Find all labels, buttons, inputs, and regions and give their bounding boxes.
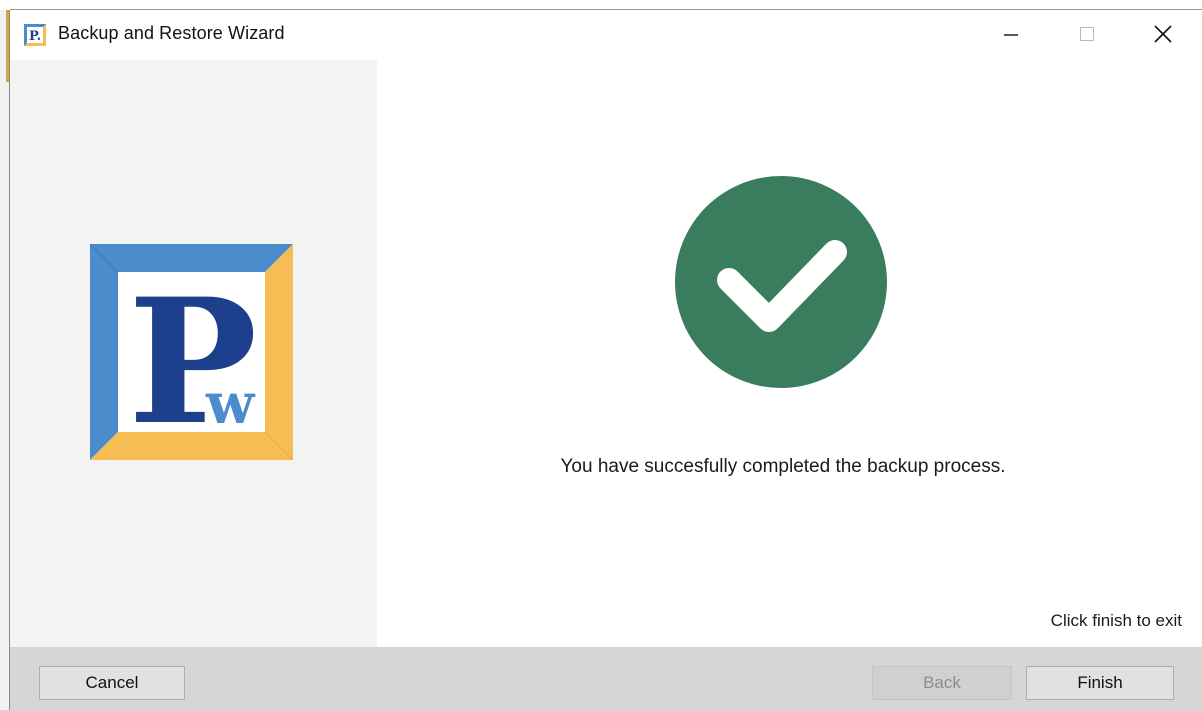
pw-logo: P w (90, 244, 293, 460)
wizard-content: You have succesfully completed the backu… (377, 60, 1198, 640)
wizard-side-panel: P w (10, 60, 377, 647)
wizard-window: P. Backup and Restore Wizard P w You hav… (0, 0, 1202, 710)
window-title: Backup and Restore Wizard (58, 23, 285, 43)
cancel-button[interactable]: Cancel (39, 666, 185, 700)
close-icon (1154, 25, 1172, 43)
maximize-icon (1080, 27, 1094, 41)
exit-hint-text: Click finish to exit (1050, 611, 1182, 630)
minimize-icon (1004, 34, 1018, 36)
logo-sub-letter: w (205, 371, 256, 437)
title-bar: P. Backup and Restore Wizard (10, 10, 1202, 60)
maximize-button[interactable] (1051, 10, 1123, 58)
close-button[interactable] (1127, 10, 1199, 58)
minimize-button[interactable] (975, 10, 1047, 58)
app-icon-letter: P. (29, 29, 41, 43)
back-button[interactable]: Back (872, 666, 1012, 700)
background-window-accent (6, 10, 9, 82)
window-left-edge (0, 10, 10, 710)
finish-button[interactable]: Finish (1026, 666, 1174, 700)
app-logo-icon: P. (24, 24, 46, 46)
success-message: You have succesfully completed the backu… (560, 456, 1006, 477)
check-circle-icon (675, 176, 887, 388)
button-bar: Cancel Back Finish (10, 647, 1202, 710)
